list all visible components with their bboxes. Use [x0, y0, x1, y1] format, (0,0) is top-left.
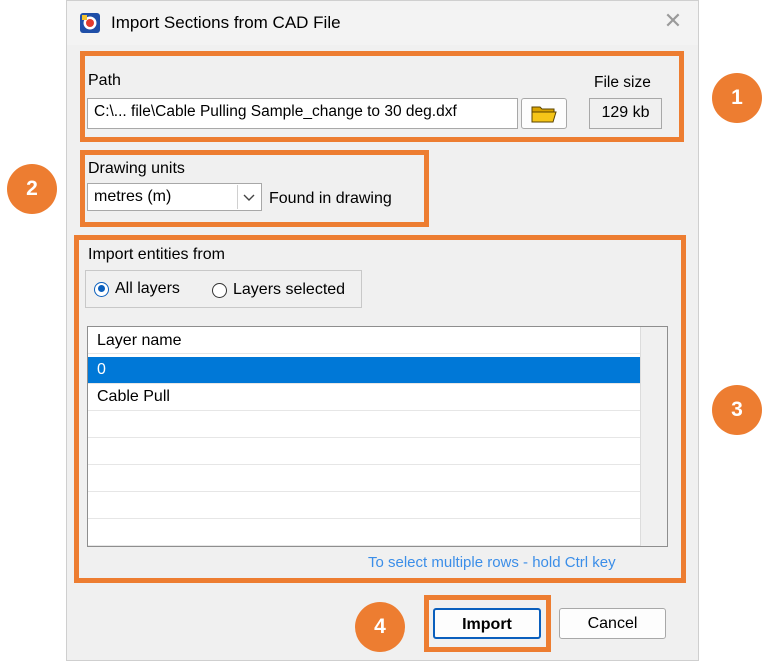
- import-entities-label: Import entities from: [88, 246, 225, 263]
- title-bar: Import Sections from CAD File ✕: [67, 1, 698, 45]
- callout-3: 3: [712, 385, 762, 435]
- empty-row: [88, 438, 641, 465]
- layer-row[interactable]: Cable Pull: [88, 384, 641, 411]
- path-field[interactable]: C:\... file\Cable Pulling Sample_change …: [87, 98, 518, 129]
- chevron-down-icon[interactable]: [237, 185, 260, 209]
- window-title: Import Sections from CAD File: [111, 13, 341, 32]
- multi-select-hint: To select multiple rows - hold Ctrl key: [368, 554, 616, 571]
- drawing-units-select[interactable]: metres (m): [87, 183, 262, 211]
- close-icon[interactable]: ✕: [662, 11, 684, 33]
- callout-1: 1: [712, 73, 762, 123]
- empty-row: [88, 519, 641, 546]
- import-button[interactable]: Import: [433, 608, 541, 639]
- radio-layers-selected[interactable]: Layers selected: [212, 281, 345, 299]
- layer-name-column-header[interactable]: Layer name: [88, 327, 641, 354]
- radio-all-layers[interactable]: All layers: [94, 280, 180, 298]
- cancel-button[interactable]: Cancel: [559, 608, 666, 639]
- radio-checked-icon[interactable]: [94, 281, 109, 297]
- cad-import-app-icon: [80, 13, 100, 33]
- folder-open-icon: [531, 106, 557, 123]
- grid-scrollbar[interactable]: [640, 327, 667, 546]
- callout-2: 2: [7, 164, 57, 214]
- radio-unchecked-icon[interactable]: [212, 282, 227, 298]
- units-found-status: Found in drawing: [269, 190, 392, 207]
- drawing-units-value: metres (m): [94, 188, 172, 205]
- radio-all-layers-label: All layers: [115, 280, 180, 297]
- layer-grid[interactable]: Layer name 0 Cable Pull: [87, 326, 668, 547]
- file-size-value: 129 kb: [589, 98, 662, 129]
- file-size-label: File size: [594, 74, 651, 91]
- empty-row: [88, 465, 641, 492]
- empty-row: [88, 411, 641, 438]
- callout-4: 4: [355, 602, 405, 652]
- drawing-units-label: Drawing units: [88, 160, 185, 177]
- layer-row[interactable]: 0: [88, 357, 641, 384]
- browse-button[interactable]: [521, 98, 567, 129]
- radio-layers-selected-label: Layers selected: [233, 281, 346, 298]
- import-dialog: Import Sections from CAD File ✕ Path C:\…: [66, 0, 699, 661]
- import-mode-group: All layers Layers selected: [85, 270, 362, 308]
- empty-row: [88, 492, 641, 519]
- path-label: Path: [88, 72, 121, 89]
